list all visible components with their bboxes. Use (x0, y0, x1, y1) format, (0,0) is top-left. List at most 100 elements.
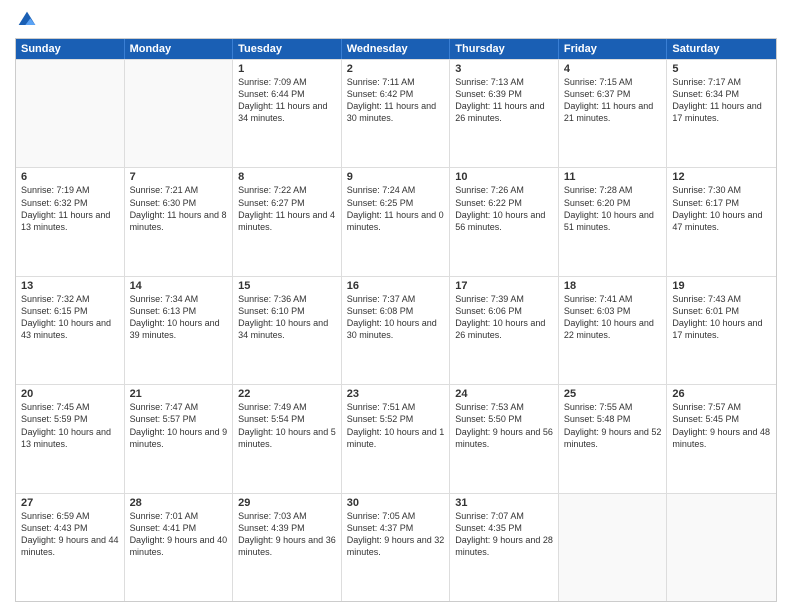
day-number: 25 (564, 388, 662, 400)
cal-cell: 17Sunrise: 7:39 AMSunset: 6:06 PMDayligh… (450, 277, 559, 384)
cell-info: Sunrise: 7:57 AMSunset: 5:45 PMDaylight:… (672, 401, 771, 450)
cal-cell: 10Sunrise: 7:26 AMSunset: 6:22 PMDayligh… (450, 168, 559, 275)
page: Sunday Monday Tuesday Wednesday Thursday… (0, 0, 792, 612)
cell-info: Sunrise: 7:09 AMSunset: 6:44 PMDaylight:… (238, 76, 336, 125)
cal-cell: 31Sunrise: 7:07 AMSunset: 4:35 PMDayligh… (450, 494, 559, 601)
day-number: 17 (455, 280, 553, 292)
cal-cell: 12Sunrise: 7:30 AMSunset: 6:17 PMDayligh… (667, 168, 776, 275)
cell-info: Sunrise: 7:41 AMSunset: 6:03 PMDaylight:… (564, 293, 662, 342)
cal-cell: 2Sunrise: 7:11 AMSunset: 6:42 PMDaylight… (342, 60, 451, 167)
header-tuesday: Tuesday (233, 39, 342, 59)
cal-cell: 4Sunrise: 7:15 AMSunset: 6:37 PMDaylight… (559, 60, 668, 167)
day-number: 28 (130, 497, 228, 509)
week-row-1: 1Sunrise: 7:09 AMSunset: 6:44 PMDaylight… (16, 59, 776, 167)
day-number: 29 (238, 497, 336, 509)
week-row-4: 20Sunrise: 7:45 AMSunset: 5:59 PMDayligh… (16, 384, 776, 492)
cell-info: Sunrise: 7:11 AMSunset: 6:42 PMDaylight:… (347, 76, 445, 125)
logo-text (15, 10, 37, 30)
cal-cell: 25Sunrise: 7:55 AMSunset: 5:48 PMDayligh… (559, 385, 668, 492)
cell-info: Sunrise: 7:13 AMSunset: 6:39 PMDaylight:… (455, 76, 553, 125)
day-number: 23 (347, 388, 445, 400)
cell-info: Sunrise: 7:28 AMSunset: 6:20 PMDaylight:… (564, 184, 662, 233)
day-number: 27 (21, 497, 119, 509)
day-number: 15 (238, 280, 336, 292)
cal-cell: 18Sunrise: 7:41 AMSunset: 6:03 PMDayligh… (559, 277, 668, 384)
week-row-2: 6Sunrise: 7:19 AMSunset: 6:32 PMDaylight… (16, 167, 776, 275)
cal-cell: 27Sunrise: 6:59 AMSunset: 4:43 PMDayligh… (16, 494, 125, 601)
day-number: 10 (455, 171, 553, 183)
cell-info: Sunrise: 7:34 AMSunset: 6:13 PMDaylight:… (130, 293, 228, 342)
day-number: 13 (21, 280, 119, 292)
header-thursday: Thursday (450, 39, 559, 59)
cal-cell: 3Sunrise: 7:13 AMSunset: 6:39 PMDaylight… (450, 60, 559, 167)
day-number: 12 (672, 171, 771, 183)
cell-info: Sunrise: 7:55 AMSunset: 5:48 PMDaylight:… (564, 401, 662, 450)
cal-cell: 16Sunrise: 7:37 AMSunset: 6:08 PMDayligh… (342, 277, 451, 384)
cal-cell: 5Sunrise: 7:17 AMSunset: 6:34 PMDaylight… (667, 60, 776, 167)
day-number: 16 (347, 280, 445, 292)
cal-cell: 26Sunrise: 7:57 AMSunset: 5:45 PMDayligh… (667, 385, 776, 492)
day-number: 6 (21, 171, 119, 183)
cell-info: Sunrise: 7:15 AMSunset: 6:37 PMDaylight:… (564, 76, 662, 125)
day-number: 18 (564, 280, 662, 292)
day-number: 30 (347, 497, 445, 509)
cell-info: Sunrise: 7:49 AMSunset: 5:54 PMDaylight:… (238, 401, 336, 450)
cell-info: Sunrise: 7:19 AMSunset: 6:32 PMDaylight:… (21, 184, 119, 233)
cell-info: Sunrise: 7:53 AMSunset: 5:50 PMDaylight:… (455, 401, 553, 450)
day-number: 31 (455, 497, 553, 509)
cal-cell: 30Sunrise: 7:05 AMSunset: 4:37 PMDayligh… (342, 494, 451, 601)
header-sunday: Sunday (16, 39, 125, 59)
week-row-5: 27Sunrise: 6:59 AMSunset: 4:43 PMDayligh… (16, 493, 776, 601)
cell-info: Sunrise: 7:37 AMSunset: 6:08 PMDaylight:… (347, 293, 445, 342)
cal-cell: 13Sunrise: 7:32 AMSunset: 6:15 PMDayligh… (16, 277, 125, 384)
header-friday: Friday (559, 39, 668, 59)
cal-cell: 15Sunrise: 7:36 AMSunset: 6:10 PMDayligh… (233, 277, 342, 384)
cal-cell: 23Sunrise: 7:51 AMSunset: 5:52 PMDayligh… (342, 385, 451, 492)
cal-cell (125, 60, 234, 167)
cal-cell: 8Sunrise: 7:22 AMSunset: 6:27 PMDaylight… (233, 168, 342, 275)
calendar: Sunday Monday Tuesday Wednesday Thursday… (15, 38, 777, 602)
cell-info: Sunrise: 7:26 AMSunset: 6:22 PMDaylight:… (455, 184, 553, 233)
cal-cell: 6Sunrise: 7:19 AMSunset: 6:32 PMDaylight… (16, 168, 125, 275)
cell-info: Sunrise: 7:36 AMSunset: 6:10 PMDaylight:… (238, 293, 336, 342)
calendar-header: Sunday Monday Tuesday Wednesday Thursday… (16, 39, 776, 59)
day-number: 20 (21, 388, 119, 400)
cell-info: Sunrise: 7:03 AMSunset: 4:39 PMDaylight:… (238, 510, 336, 559)
cell-info: Sunrise: 7:30 AMSunset: 6:17 PMDaylight:… (672, 184, 771, 233)
cell-info: Sunrise: 7:07 AMSunset: 4:35 PMDaylight:… (455, 510, 553, 559)
calendar-body: 1Sunrise: 7:09 AMSunset: 6:44 PMDaylight… (16, 59, 776, 601)
cell-info: Sunrise: 7:47 AMSunset: 5:57 PMDaylight:… (130, 401, 228, 450)
cell-info: Sunrise: 7:01 AMSunset: 4:41 PMDaylight:… (130, 510, 228, 559)
cell-info: Sunrise: 7:32 AMSunset: 6:15 PMDaylight:… (21, 293, 119, 342)
cal-cell (16, 60, 125, 167)
cal-cell: 24Sunrise: 7:53 AMSunset: 5:50 PMDayligh… (450, 385, 559, 492)
cal-cell: 11Sunrise: 7:28 AMSunset: 6:20 PMDayligh… (559, 168, 668, 275)
day-number: 24 (455, 388, 553, 400)
day-number: 11 (564, 171, 662, 183)
cal-cell (667, 494, 776, 601)
day-number: 26 (672, 388, 771, 400)
cal-cell: 22Sunrise: 7:49 AMSunset: 5:54 PMDayligh… (233, 385, 342, 492)
day-number: 8 (238, 171, 336, 183)
day-number: 3 (455, 63, 553, 75)
cell-info: Sunrise: 7:39 AMSunset: 6:06 PMDaylight:… (455, 293, 553, 342)
day-number: 1 (238, 63, 336, 75)
cell-info: Sunrise: 7:05 AMSunset: 4:37 PMDaylight:… (347, 510, 445, 559)
cell-info: Sunrise: 7:45 AMSunset: 5:59 PMDaylight:… (21, 401, 119, 450)
cell-info: Sunrise: 7:22 AMSunset: 6:27 PMDaylight:… (238, 184, 336, 233)
cal-cell: 7Sunrise: 7:21 AMSunset: 6:30 PMDaylight… (125, 168, 234, 275)
day-number: 19 (672, 280, 771, 292)
cal-cell: 1Sunrise: 7:09 AMSunset: 6:44 PMDaylight… (233, 60, 342, 167)
header (15, 10, 777, 30)
day-number: 7 (130, 171, 228, 183)
header-wednesday: Wednesday (342, 39, 451, 59)
cell-info: Sunrise: 7:43 AMSunset: 6:01 PMDaylight:… (672, 293, 771, 342)
day-number: 14 (130, 280, 228, 292)
day-number: 4 (564, 63, 662, 75)
cal-cell: 19Sunrise: 7:43 AMSunset: 6:01 PMDayligh… (667, 277, 776, 384)
day-number: 9 (347, 171, 445, 183)
header-monday: Monday (125, 39, 234, 59)
cell-info: Sunrise: 7:21 AMSunset: 6:30 PMDaylight:… (130, 184, 228, 233)
cal-cell: 20Sunrise: 7:45 AMSunset: 5:59 PMDayligh… (16, 385, 125, 492)
cal-cell: 9Sunrise: 7:24 AMSunset: 6:25 PMDaylight… (342, 168, 451, 275)
